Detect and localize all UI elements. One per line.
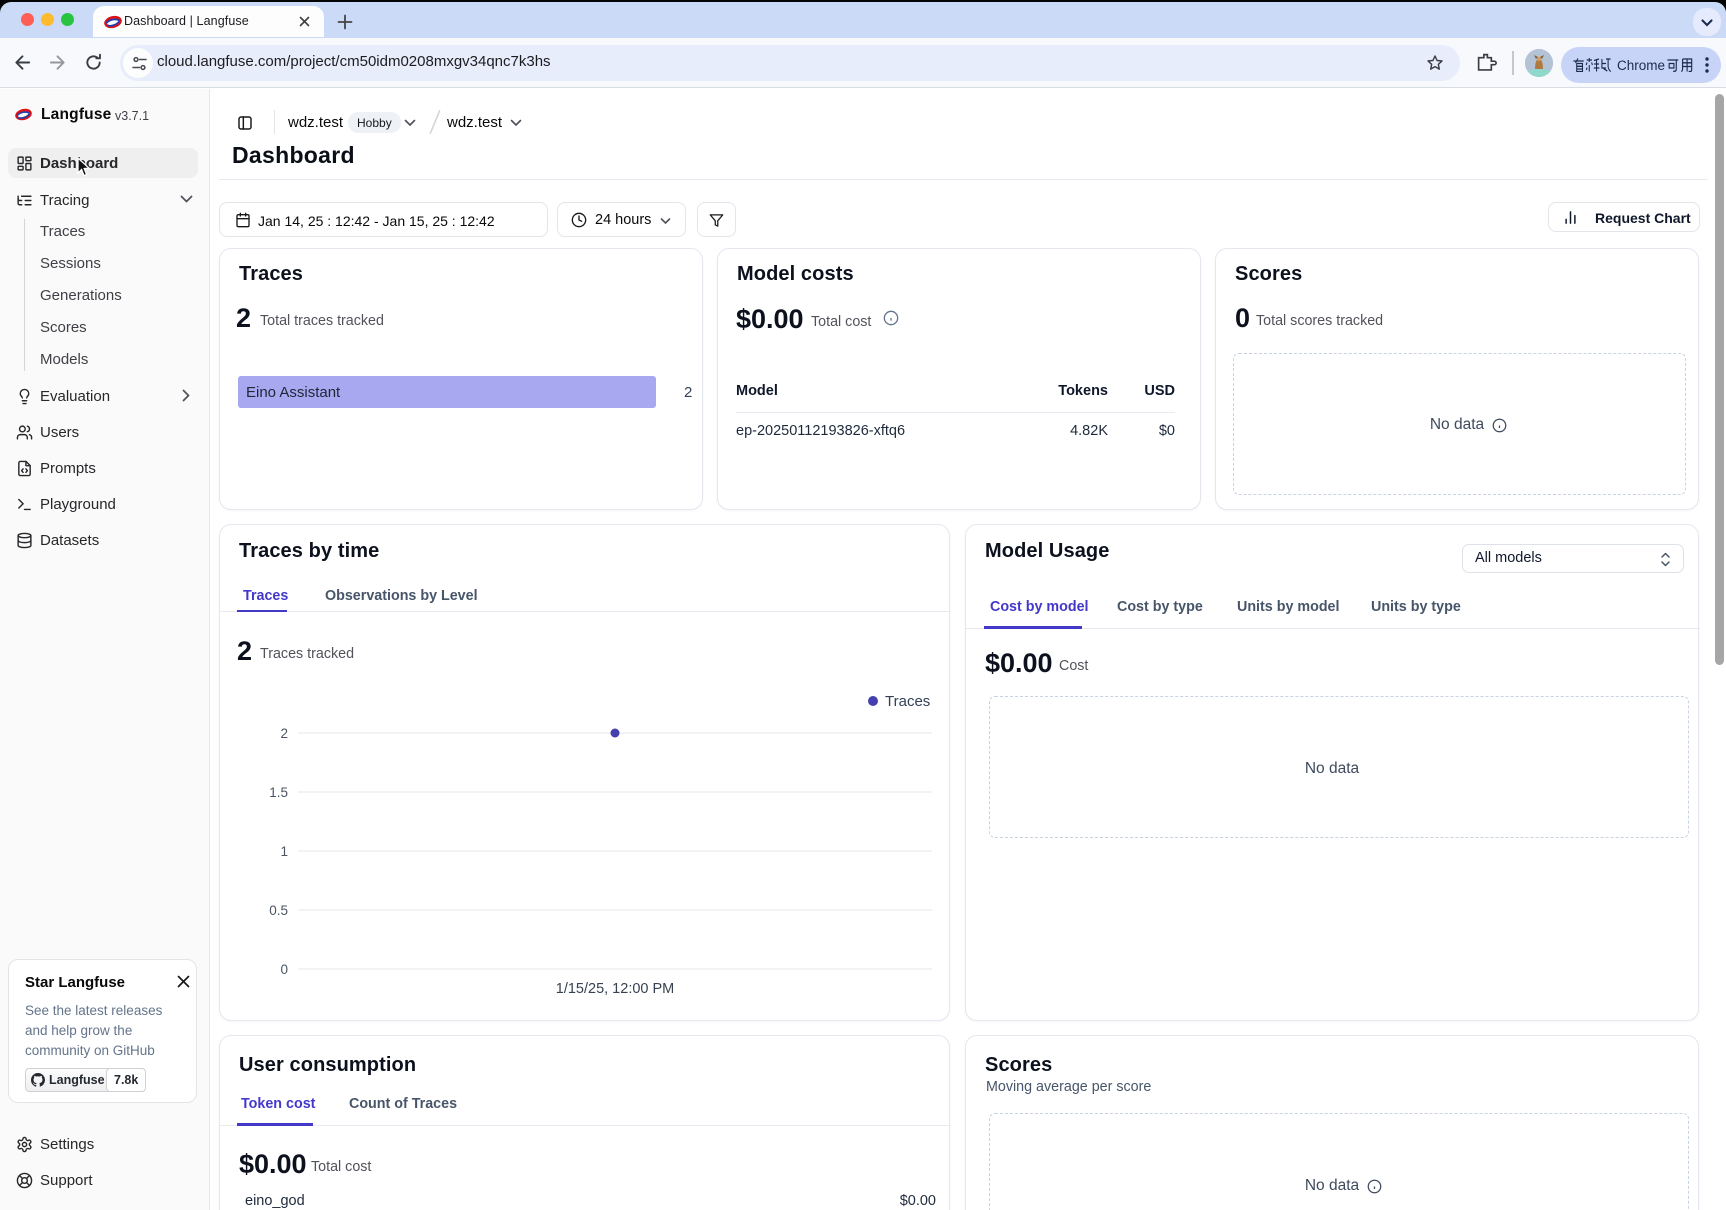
svg-text:1.5: 1.5: [269, 785, 288, 800]
svg-text:2: 2: [280, 726, 288, 741]
svg-text:1: 1: [280, 844, 288, 859]
svg-text:Traces: Traces: [885, 693, 930, 710]
svg-text:0.5: 0.5: [269, 903, 288, 918]
svg-text:1/15/25, 12:00 PM: 1/15/25, 12:00 PM: [556, 981, 675, 997]
svg-text:0: 0: [280, 962, 288, 977]
